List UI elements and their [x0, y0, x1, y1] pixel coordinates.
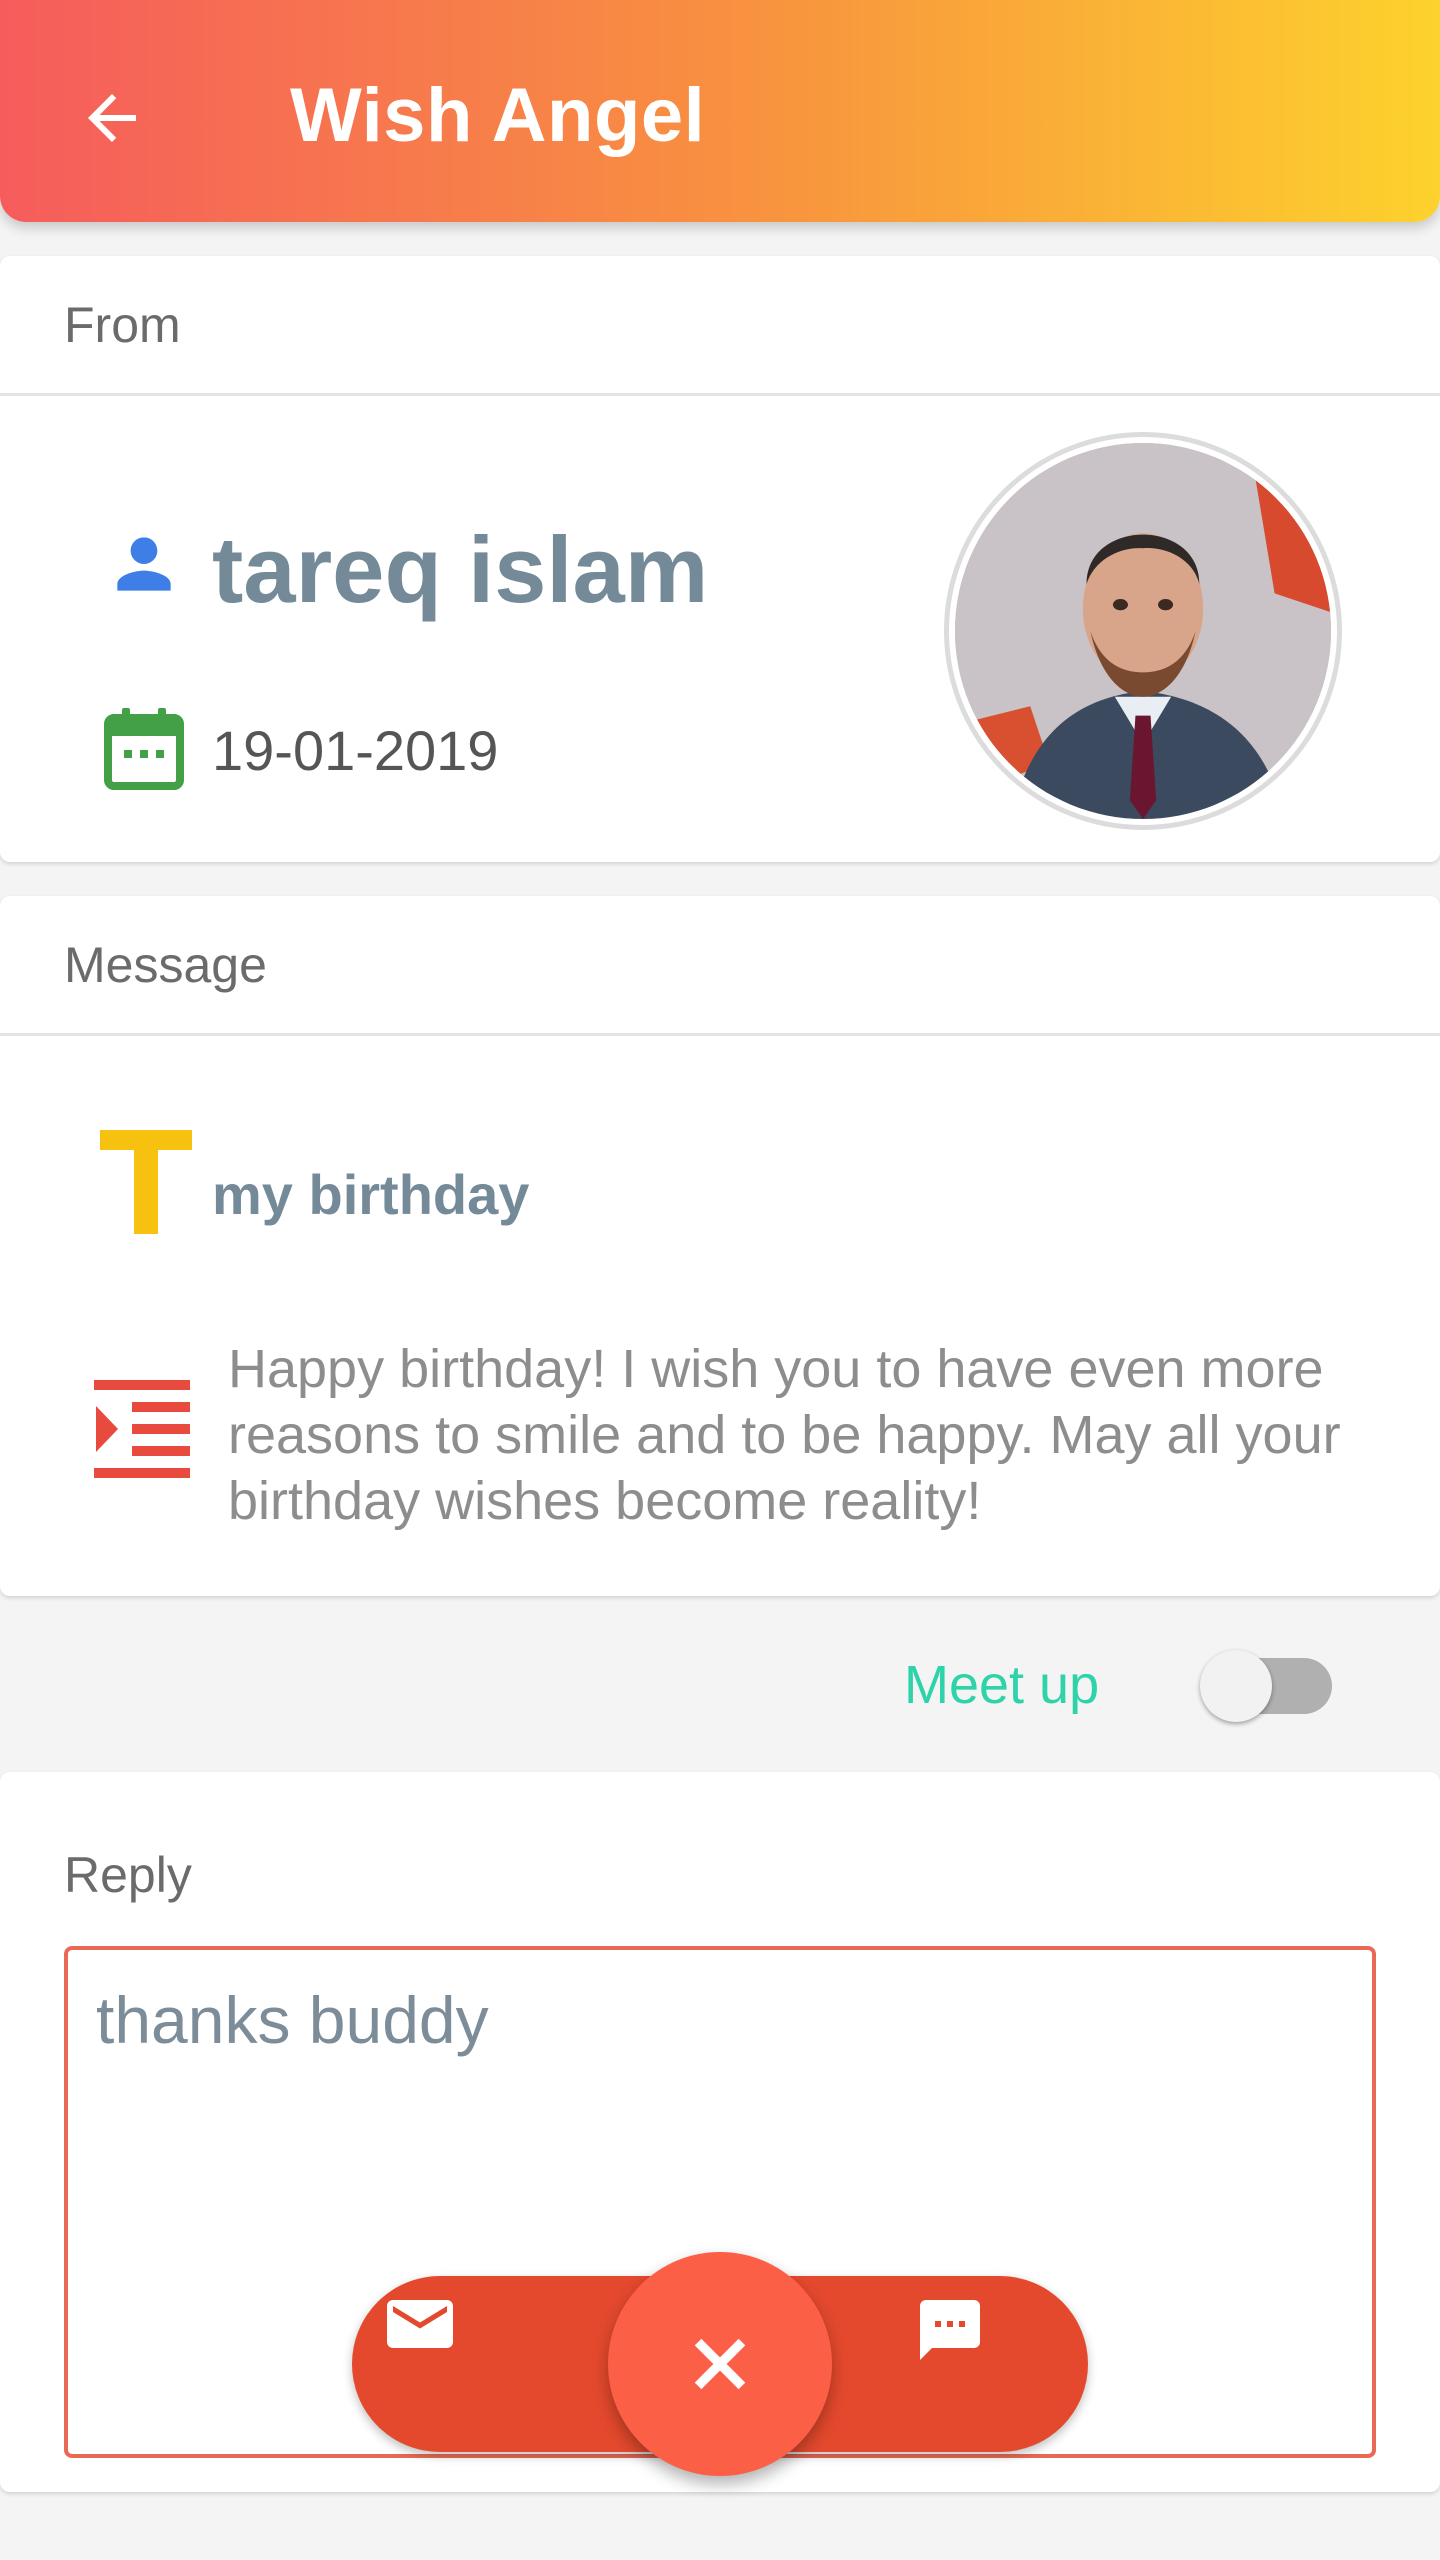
message-body: Happy birthday! I wish you to have even … — [228, 1339, 1341, 1531]
app-bar: Wish Angel — [0, 0, 1440, 222]
sender-name: tareq islam — [212, 517, 709, 622]
arrow-left-icon — [88, 94, 136, 142]
wish-date: 19-01-2019 — [212, 719, 499, 782]
avatar — [944, 432, 1342, 830]
person-icon — [104, 524, 184, 609]
mail-icon — [387, 2300, 453, 2348]
text-title-icon — [96, 1130, 196, 1239]
message-title: my birthday — [212, 1163, 530, 1226]
send-email-button[interactable] — [384, 2294, 456, 2359]
meetup-label: Meet up — [904, 1655, 1100, 1715]
message-header: Message — [0, 896, 1440, 1036]
close-icon — [694, 2338, 746, 2390]
sender-photo — [955, 443, 1331, 819]
toggle-thumb — [1200, 1650, 1272, 1722]
from-header: From — [0, 256, 1440, 396]
chat-icon — [920, 2300, 980, 2360]
close-fab-button[interactable] — [608, 2252, 832, 2476]
text-body-icon — [94, 1380, 194, 1485]
send-message-button[interactable] — [914, 2294, 986, 2371]
reply-header: Reply — [64, 1847, 192, 1903]
meetup-toggle[interactable] — [1200, 1650, 1334, 1722]
app-title: Wish Angel — [290, 73, 706, 158]
back-button[interactable] — [64, 70, 160, 166]
calendar-icon — [104, 706, 184, 795]
